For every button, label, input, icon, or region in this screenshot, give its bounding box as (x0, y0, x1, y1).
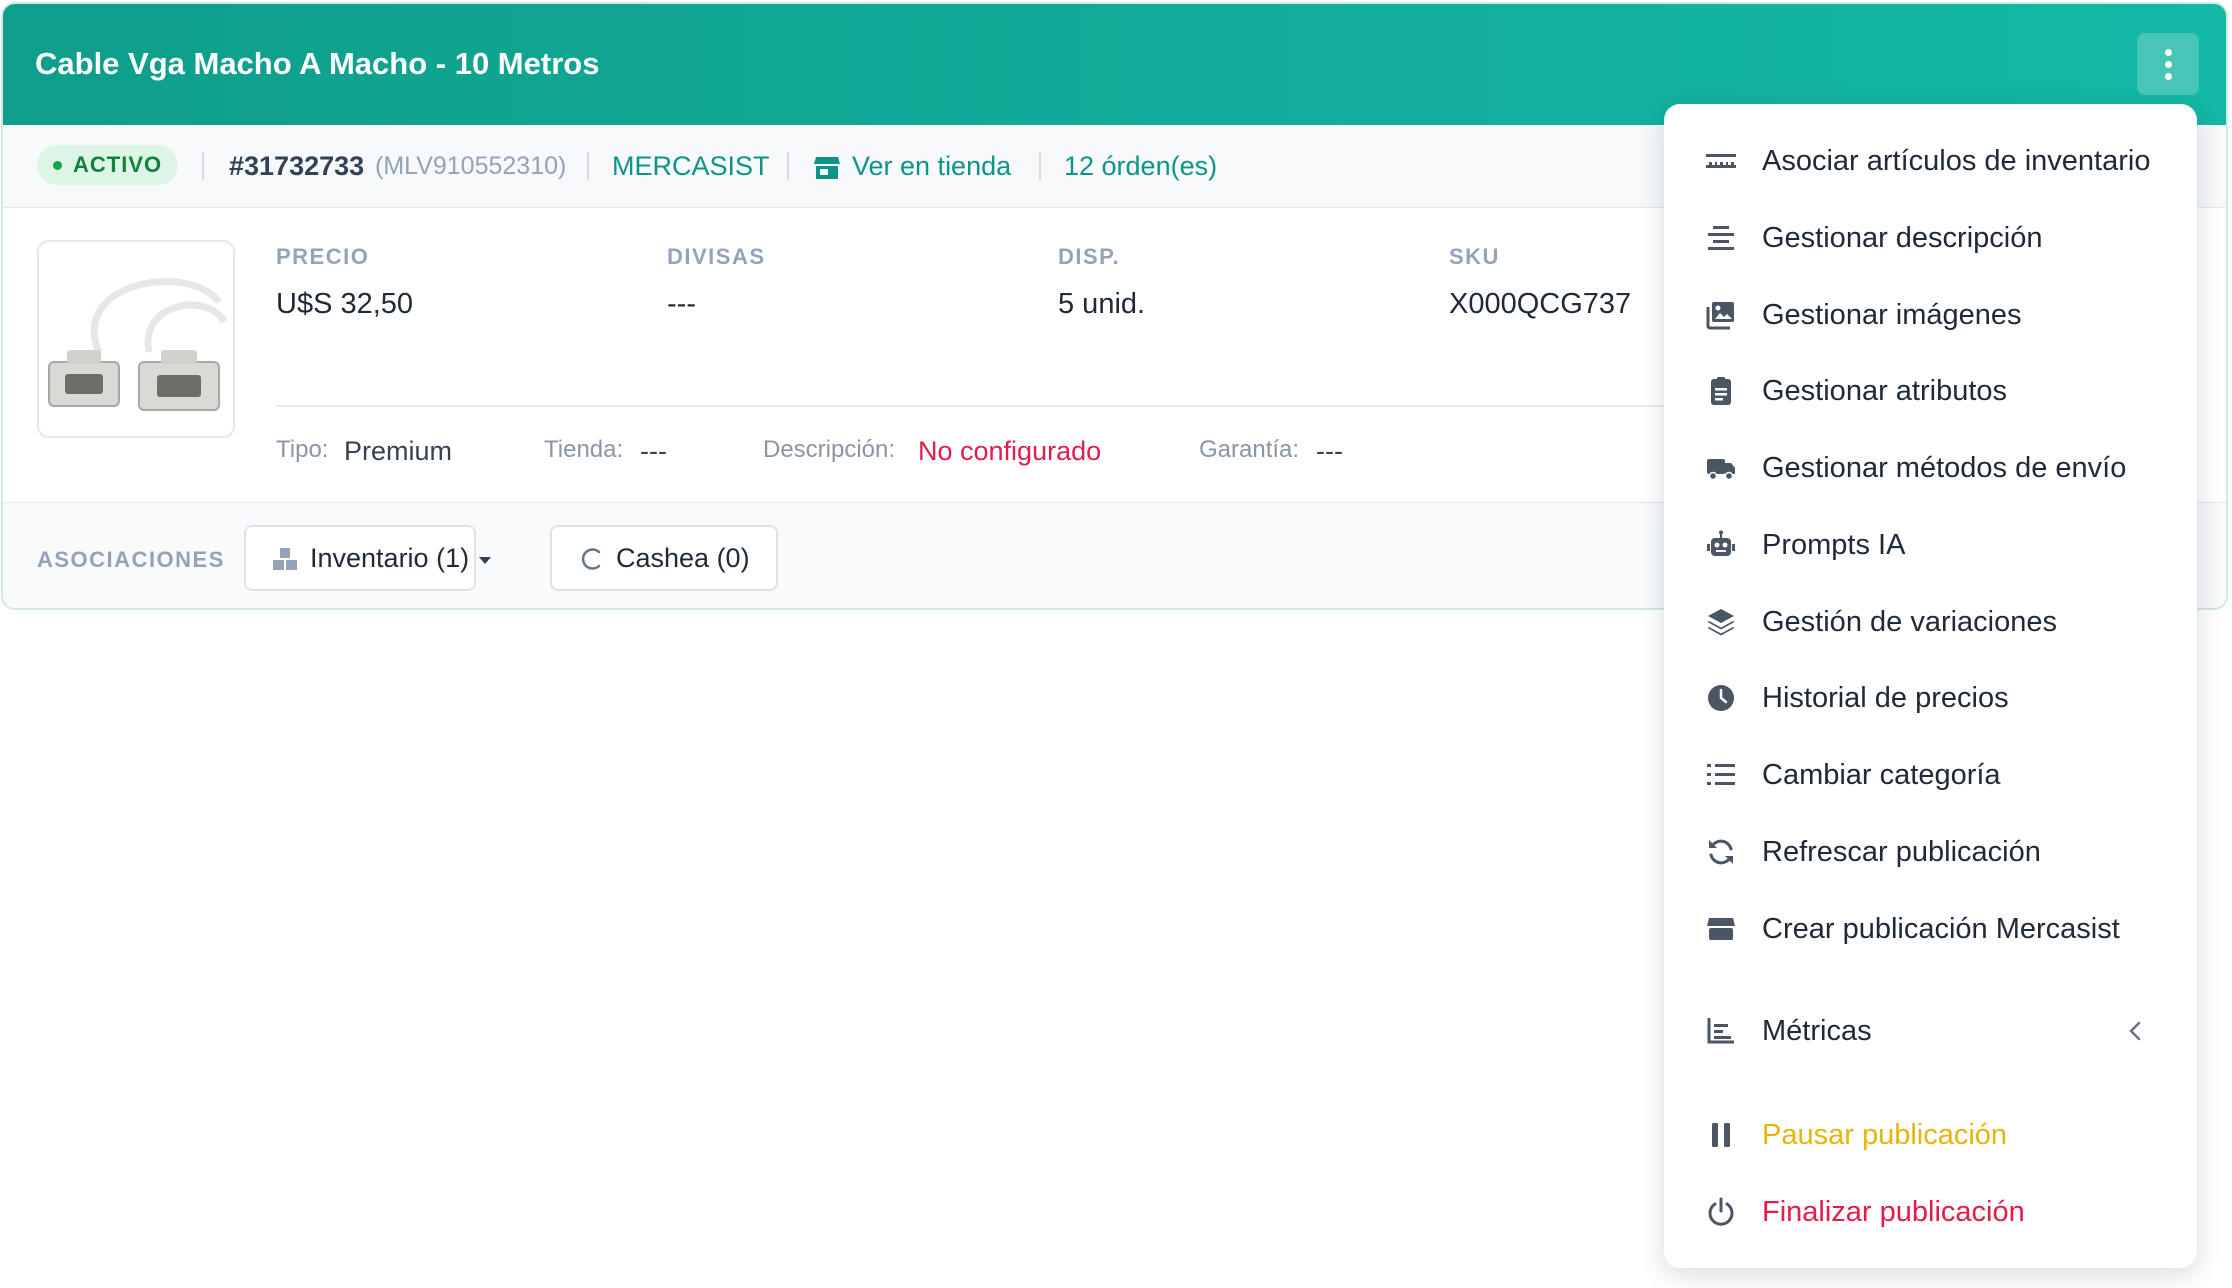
stock-label: DISP. (1058, 244, 1121, 269)
menu-item-manage-shipping[interactable]: Gestionar métodos de envío (1664, 438, 2197, 498)
menu-item-ai-prompts[interactable]: Prompts IA (1664, 515, 2197, 575)
spinner-icon (581, 548, 601, 570)
divider (1039, 152, 1041, 180)
menu-item-label: Crear publicación Mercasist (1762, 913, 2120, 945)
store-icon (814, 157, 840, 179)
menu-item-label: Cambiar categoría (1762, 759, 2001, 791)
divider (202, 152, 204, 180)
vga-cable-image (48, 278, 228, 411)
menu-item-label: Gestión de variaciones (1762, 606, 2057, 638)
layers-icon (1707, 609, 1735, 636)
listing-title: Cable Vga Macho A Macho - 10 Metros (35, 46, 600, 81)
images-icon (1706, 302, 1734, 330)
warranty-label: Garantía: (1199, 436, 1300, 463)
align-center-icon (1708, 226, 1734, 250)
menu-item-end-listing[interactable]: Finalizar publicación (1664, 1182, 2197, 1242)
menu-item-variations[interactable]: Gestión de variaciones (1664, 592, 2197, 652)
cashea-button[interactable]: Cashea (0) (550, 525, 778, 591)
menu-item-label: Prompts IA (1762, 529, 1906, 561)
menu-item-label: Gestionar atributos (1762, 375, 2008, 407)
barcode-icon (1706, 154, 1736, 168)
kebab-dot (2165, 73, 2172, 80)
store-icon (1707, 918, 1735, 940)
listing-id: #31732733 (229, 151, 365, 181)
menu-item-label: Gestionar métodos de envío (1762, 452, 2127, 484)
description-value[interactable]: No configurado (918, 436, 1101, 467)
divider (587, 152, 589, 180)
menu-item-label: Pausar publicación (1762, 1119, 2008, 1151)
menu-item-label: Gestionar descripción (1762, 222, 2043, 254)
menu-item-refresh-listing[interactable]: Refrescar publicación (1664, 822, 2197, 882)
list-icon (1707, 764, 1735, 785)
currency-label: DIVISAS (667, 244, 766, 269)
chevron-left-icon (2129, 1021, 2141, 1041)
price-value: U$S 32,50 (276, 288, 414, 320)
kebab-dot (2165, 49, 2172, 56)
menu-item-label: Historial de precios (1762, 682, 2009, 714)
menu-item-manage-attributes[interactable]: Gestionar atributos (1664, 361, 2197, 421)
details-divider (276, 405, 1676, 407)
external-id: (MLV910552310) (375, 152, 567, 180)
menu-item-label: Gestionar imágenes (1762, 299, 2022, 331)
menu-item-price-history[interactable]: Historial de precios (1664, 668, 2197, 728)
price-label: PRECIO (276, 244, 370, 269)
menu-item-create-mercasist-listing[interactable]: Crear publicación Mercasist (1664, 899, 2197, 959)
clock-icon (1708, 685, 1734, 711)
shop-value: --- (640, 436, 667, 466)
menu-item-label: Asociar artículos de inventario (1762, 145, 2151, 177)
cashea-button-label: Cashea (0) (616, 543, 750, 573)
currency-value: --- (667, 288, 696, 320)
divider (787, 152, 789, 180)
truck-icon (1707, 459, 1735, 481)
store-name-link[interactable]: MERCASIST (612, 147, 770, 185)
menu-item-link-inventory[interactable]: Asociar artículos de inventario (1664, 131, 2197, 191)
pause-icon (1712, 1123, 1730, 1147)
bar-chart-icon (1707, 1018, 1734, 1044)
boxes-icon (273, 548, 297, 570)
menu-item-manage-images[interactable]: Gestionar imágenes (1664, 285, 2197, 345)
sku-value: X000QCG737 (1449, 288, 1632, 320)
menu-item-label: Métricas (1762, 1015, 1872, 1047)
menu-item-metrics[interactable]: Métricas (1664, 1001, 2197, 1061)
inventory-dropdown-button[interactable]: Inventario (1) (244, 525, 491, 591)
power-icon (1708, 1197, 1734, 1226)
type-label: Tipo: (276, 436, 329, 463)
menu-item-pause-listing[interactable]: Pausar publicación (1664, 1105, 2197, 1165)
associations-label: ASOCIACIONES (37, 547, 225, 572)
product-thumbnail[interactable] (37, 240, 235, 438)
stock-value: 5 unid. (1058, 288, 1146, 320)
kebab-dot (2165, 61, 2172, 68)
view-in-store-link[interactable]: Ver en tienda (852, 147, 1011, 185)
more-options-button[interactable] (2137, 33, 2199, 95)
description-label: Descripción: (763, 436, 896, 463)
clipboard-icon (1711, 377, 1731, 405)
menu-item-label: Finalizar publicación (1762, 1196, 2025, 1228)
caret-down-icon (479, 557, 491, 564)
menu-item-label: Refrescar publicación (1762, 836, 2041, 868)
menu-item-change-category[interactable]: Cambiar categoría (1664, 745, 2197, 805)
status-badge: ACTIVO (37, 145, 179, 185)
menu-item-manage-description[interactable]: Gestionar descripción (1664, 208, 2197, 268)
refresh-icon (1709, 839, 1733, 865)
inventory-button-label: Inventario (1) (310, 543, 470, 573)
actions-dropdown-menu: Asociar artículos de inventario Gestiona… (1664, 104, 2197, 1268)
robot-icon (1707, 530, 1735, 556)
sku-label: SKU (1449, 244, 1500, 269)
orders-link[interactable]: 12 órden(es) (1064, 147, 1217, 185)
warranty-value: --- (1316, 436, 1343, 466)
type-value: Premium (344, 436, 453, 466)
shop-label: Tienda: (544, 436, 624, 463)
